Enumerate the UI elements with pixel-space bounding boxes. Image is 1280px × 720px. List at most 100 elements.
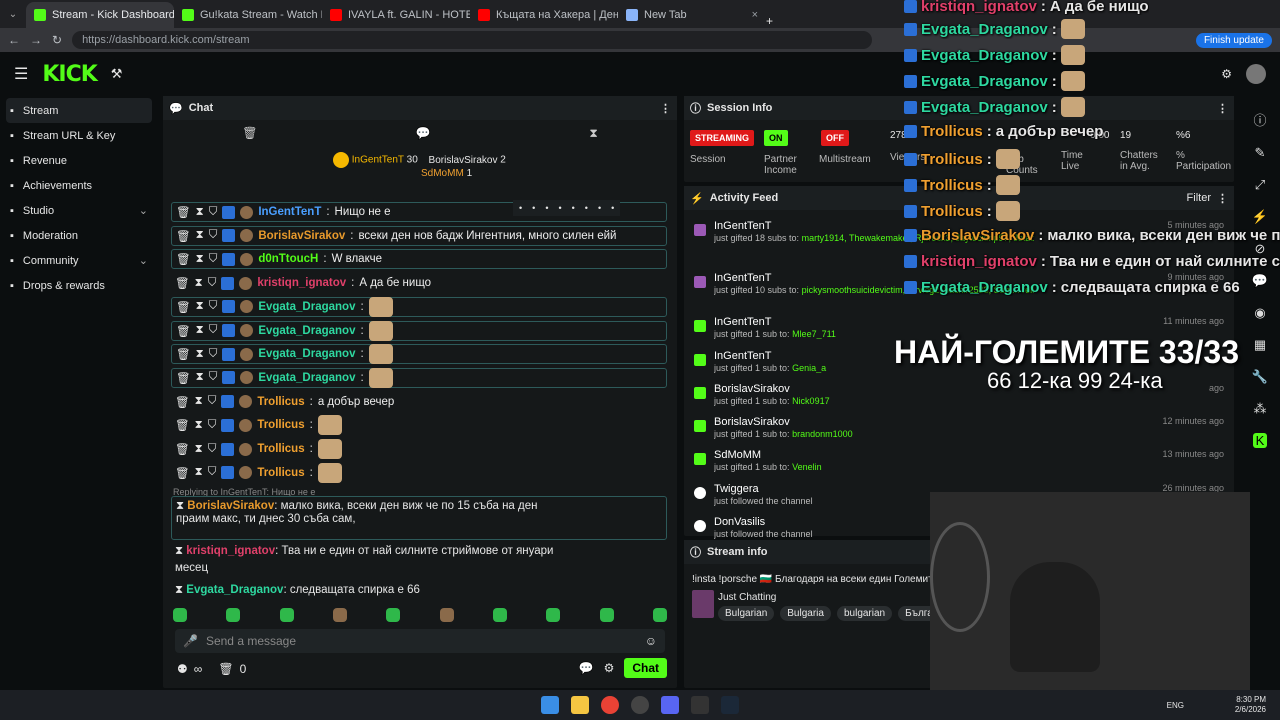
hammer-icon[interactable]: ⚒ bbox=[111, 66, 123, 82]
feed-menu-icon[interactable]: ⋮ bbox=[1217, 192, 1228, 205]
lang-indicator[interactable]: ENG bbox=[1167, 701, 1184, 710]
forward-icon[interactable]: → bbox=[30, 33, 42, 47]
hourglass-icon[interactable]: ⧗ bbox=[195, 395, 203, 408]
browser-tab[interactable]: Stream - Kick Dashboard× bbox=[26, 2, 174, 28]
kick-logo[interactable]: KICK bbox=[42, 62, 97, 87]
chat-menu-icon[interactable]: ⋮ bbox=[660, 102, 671, 115]
hourglass-icon[interactable]: ⧗ bbox=[196, 348, 204, 361]
trash-icon[interactable]: 🗑 bbox=[176, 300, 191, 314]
browser-tab[interactable]: Gu!kata Stream - Watch Live on× bbox=[174, 2, 322, 28]
trash-icon[interactable]: 🗑 bbox=[242, 126, 257, 141]
sidebar-item[interactable]: ▪ Studio ⌄ bbox=[0, 198, 158, 223]
terminal-icon[interactable] bbox=[691, 696, 709, 714]
hourglass-icon[interactable]: ⧗ bbox=[175, 545, 183, 557]
sidebar-item[interactable]: ▪ Achievements bbox=[0, 173, 158, 198]
chevron-down-icon[interactable]: ⌄ bbox=[139, 204, 148, 217]
feed-user[interactable]: InGentTenT bbox=[714, 350, 771, 362]
new-tab-icon[interactable]: + bbox=[766, 14, 773, 28]
shield-icon[interactable]: ⛉ bbox=[209, 324, 218, 337]
trash-icon[interactable]: 🗑 bbox=[176, 371, 191, 385]
chat-username[interactable]: Trollicus bbox=[257, 443, 304, 455]
shield-icon[interactable]: ⛉ bbox=[208, 277, 217, 290]
shield-icon[interactable]: ⛉ bbox=[208, 443, 217, 456]
trash-icon[interactable]: 🗑 bbox=[176, 347, 191, 361]
clock[interactable]: 8:30 PM 2/6/2026 bbox=[1235, 695, 1266, 715]
tab-menu-icon[interactable]: ⌄ bbox=[0, 9, 26, 20]
chat-username[interactable]: Trollicus bbox=[257, 419, 304, 431]
reply-username[interactable]: BorislavSirakov bbox=[187, 500, 274, 512]
trash-icon[interactable]: 🗑 bbox=[175, 418, 190, 432]
settings-icon[interactable]: ⚙ bbox=[1221, 67, 1232, 81]
chevron-down-icon[interactable]: ⌄ bbox=[139, 254, 148, 267]
shield-icon[interactable]: ⛉ bbox=[209, 229, 218, 242]
shield-icon[interactable]: ⛉ bbox=[209, 253, 218, 266]
emote-picker-icon[interactable] bbox=[652, 608, 667, 622]
filter-button[interactable]: Filter bbox=[1187, 192, 1211, 204]
stream-tag[interactable]: Bulgarian bbox=[718, 606, 775, 621]
emote-picker-icon[interactable] bbox=[546, 608, 561, 622]
emote-picker-icon[interactable] bbox=[599, 608, 614, 622]
chat-icon[interactable]: 💬 bbox=[1252, 273, 1268, 289]
trash-icon[interactable]: 🗑 bbox=[176, 324, 191, 338]
feed-user[interactable]: SdMoMM bbox=[714, 449, 761, 461]
windows-start-icon[interactable] bbox=[541, 696, 559, 714]
ban-icon[interactable]: • bbox=[545, 203, 548, 213]
browser-tab[interactable]: IVAYLA ft. GALIN - HOTEL× bbox=[322, 2, 470, 28]
hourglass-icon[interactable]: ⧗ bbox=[195, 466, 203, 479]
emote-picker-icon[interactable] bbox=[386, 608, 401, 622]
back-icon[interactable]: ← bbox=[8, 33, 20, 47]
shield-icon[interactable]: ⛉ bbox=[209, 371, 218, 384]
hourglass-icon[interactable]: ⧗ bbox=[196, 371, 204, 384]
obs-icon[interactable] bbox=[631, 696, 649, 714]
avatar[interactable] bbox=[1246, 64, 1266, 84]
emote-picker-icon[interactable] bbox=[332, 608, 347, 622]
browser-tab[interactable]: Къщата на Хакера | Ден 1 (CA× bbox=[470, 2, 618, 28]
expand-icon[interactable]: ⤢ bbox=[1255, 177, 1265, 193]
hourglass-icon[interactable]: ⧗ bbox=[196, 324, 204, 337]
hourglass-icon[interactable]: ⧗ bbox=[196, 253, 204, 266]
trash-icon[interactable]: 🗑 bbox=[175, 442, 190, 456]
hourglass-icon[interactable]: ⧗ bbox=[195, 443, 203, 456]
msg-e-username[interactable]: Evgata_Draganov bbox=[186, 584, 283, 596]
trash-icon[interactable]: 🗑 bbox=[175, 276, 190, 290]
trash-icon[interactable]: 🗑 bbox=[175, 395, 190, 409]
hourglass-icon[interactable]: ⧗ bbox=[589, 126, 597, 141]
grid-icon[interactable]: ▦ bbox=[1254, 337, 1266, 353]
hourglass-icon[interactable]: ⧗ bbox=[196, 300, 204, 313]
feed-user[interactable]: InGentTenT bbox=[714, 272, 771, 284]
hourglass-icon[interactable]: ⧗ bbox=[196, 206, 204, 219]
emote-picker-icon[interactable] bbox=[439, 608, 454, 622]
sidebar-item[interactable]: ▪ Community ⌄ bbox=[0, 248, 158, 273]
msg-k-username[interactable]: kristiqn_ignatov bbox=[186, 545, 275, 557]
sidebar-item[interactable]: ▪ Stream bbox=[6, 98, 152, 123]
shield-icon[interactable]: ⛉ bbox=[208, 466, 217, 479]
feed-user[interactable]: Twiggera bbox=[714, 483, 759, 495]
clock-icon[interactable]: • bbox=[532, 203, 535, 213]
mic-icon[interactable]: 🎤 bbox=[183, 634, 198, 648]
chat-username[interactable]: d0nTtoucH bbox=[258, 253, 318, 265]
gear-icon[interactable]: ⚙ bbox=[604, 661, 615, 675]
feed-user[interactable]: BorislavSirakov bbox=[714, 383, 790, 395]
emote-picker-icon[interactable] bbox=[173, 608, 187, 622]
discord-icon[interactable] bbox=[661, 696, 679, 714]
info-icon[interactable]: ⓘ bbox=[1253, 110, 1266, 129]
chat-settings-icon[interactable]: 💬 bbox=[579, 661, 594, 675]
chat-username[interactable]: Trollicus bbox=[257, 467, 304, 479]
trash-icon[interactable]: 🗑 bbox=[176, 205, 191, 219]
chat-username[interactable]: kristiqn_ignatov bbox=[257, 277, 346, 289]
chat-username[interactable]: Evgata_Draganov bbox=[258, 301, 355, 313]
file-explorer-icon[interactable] bbox=[571, 696, 589, 714]
emote-picker-icon[interactable] bbox=[279, 608, 294, 622]
hourglass-icon[interactable]: ⧗ bbox=[176, 500, 184, 512]
pin-icon[interactable]: • bbox=[598, 203, 601, 213]
chat-username[interactable]: Evgata_Draganov bbox=[258, 372, 355, 384]
chat-username[interactable]: Evgata_Draganov bbox=[258, 348, 355, 360]
chrome-icon[interactable] bbox=[601, 696, 619, 714]
wrench-icon[interactable]: 🔧 bbox=[1252, 369, 1268, 385]
steam-icon[interactable] bbox=[721, 696, 739, 714]
feed-user[interactable]: BorislavSirakov bbox=[714, 416, 790, 428]
copy-icon[interactable]: • bbox=[572, 203, 575, 213]
bolt-icon[interactable]: ⚡ bbox=[1252, 209, 1268, 225]
trash-icon[interactable]: 🗑 bbox=[176, 252, 191, 266]
delete-icon[interactable]: • bbox=[611, 203, 614, 213]
